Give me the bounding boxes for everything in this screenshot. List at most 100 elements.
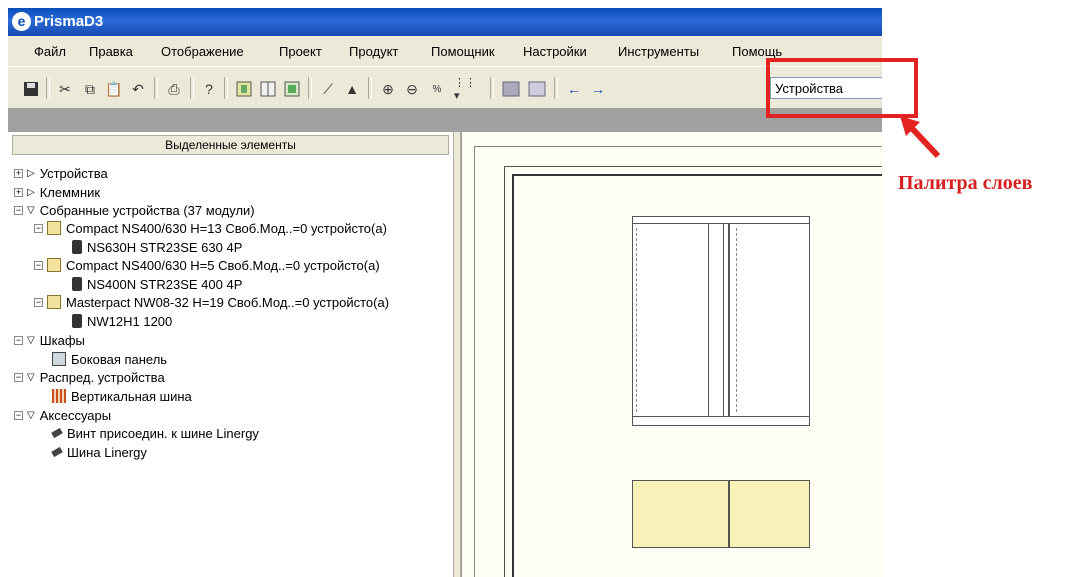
menu-file[interactable]: Файл (34, 44, 66, 59)
layer-tool-2-icon[interactable] (526, 79, 548, 99)
tree-label: NS400N STR23SE 400 4P (87, 276, 243, 292)
tree-label: Собранные устройства (37 модули) (39, 202, 255, 218)
tree-item-side-panel[interactable]: Боковая панель (52, 350, 167, 368)
cabinet-bottom-rail (632, 416, 810, 426)
menu-assistant[interactable]: Помощник (431, 44, 495, 59)
tree-label: Шина Linergy (67, 444, 147, 460)
zoom-in-icon[interactable]: ⊕ (378, 79, 398, 99)
menu-tools[interactable]: Инструменты (618, 44, 699, 59)
panel-splitter[interactable] (453, 132, 461, 577)
minus-icon[interactable]: − (14, 410, 23, 420)
paste-icon[interactable]: 📋 (104, 79, 124, 99)
menu-settings[interactable]: Настройки (523, 44, 587, 59)
arrow-right-icon[interactable]: → (588, 79, 608, 99)
toolbar-separator (190, 77, 194, 99)
plus-icon[interactable]: + (14, 168, 23, 178)
toolbar-separator (224, 77, 228, 99)
plus-icon[interactable]: + (14, 187, 23, 197)
select-icon[interactable]: ▲ (342, 79, 362, 99)
print-icon[interactable]: ⎙ (164, 79, 184, 99)
menu-help[interactable]: Помощь (732, 44, 782, 59)
tree-item-devices[interactable]: + ▷ Устройства (14, 164, 108, 182)
drawing-canvas[interactable] (461, 132, 882, 577)
tree-label: Боковая панель (71, 351, 168, 367)
menu-edit[interactable]: Правка (89, 44, 133, 59)
tree-label: NS630H STR23SE 630 4P (87, 239, 243, 255)
tree-label: Распред. устройства (39, 369, 165, 385)
arrow-left-icon[interactable]: ← (564, 79, 584, 99)
tree-item-screw[interactable]: Винт присоедин. к шине Linergy (51, 424, 259, 442)
zoom-out-icon[interactable]: ⊖ (402, 79, 422, 99)
tree-label: NW12H1 1200 (87, 313, 173, 329)
tree-item-nw12h1[interactable]: NW12H1 1200 (72, 312, 172, 330)
toolbar-separator (490, 77, 494, 99)
front-view-icon[interactable] (234, 79, 254, 99)
tree-item-terminal[interactable]: + ▷ Клеммник (14, 183, 100, 201)
minus-icon[interactable]: − (34, 297, 43, 307)
side-view-icon[interactable] (258, 79, 278, 99)
toolbar: ✂ ⧉ 📋 ↶ ⎙ ? ⟋ ▲ ⊕ ⊖ % ⋮⋮ ▾ ← → (8, 66, 882, 109)
cabinet-divider (728, 224, 730, 416)
triangle-right-icon: ▷ (27, 186, 35, 198)
copy-icon[interactable]: ⧉ (80, 79, 100, 99)
minus-icon[interactable]: − (14, 372, 23, 382)
annotation-label: Палитра слоев (898, 172, 1033, 194)
toolbar-separator (554, 77, 558, 99)
tree-item-accessories[interactable]: − ▽ Аксессуары (14, 406, 111, 424)
tree-item-assembled[interactable]: − ▽ Собранные устройства (37 модули) (14, 201, 255, 219)
triangle-down-icon: ▽ (27, 371, 35, 383)
tree-label: Вертикальная шина (71, 388, 192, 404)
menu-product[interactable]: Продукт (349, 44, 398, 59)
tree-item-cabinets[interactable]: − ▽ Шкафы (14, 331, 85, 349)
triangle-down-icon: ▽ (27, 204, 35, 216)
minus-icon[interactable]: − (34, 260, 43, 270)
module-icon (47, 221, 61, 235)
breaker-icon (72, 240, 82, 254)
cabinet-top-rail (632, 216, 810, 224)
wand-icon[interactable]: ⟋ (318, 79, 338, 99)
layer-tool-icon[interactable] (500, 79, 522, 99)
cabinet-top-view-right[interactable] (729, 480, 810, 548)
zoom-100-icon[interactable]: % (426, 79, 448, 99)
undo-icon[interactable]: ↶ (128, 79, 148, 99)
menu-bar: Файл Правка Отображение Проект Продукт П… (8, 36, 882, 66)
app-logo-icon: e (12, 12, 31, 31)
screw-icon (51, 427, 63, 439)
selected-elements-panel: Выделенные элементы + ▷ Устройства + ▷ Клемм… (8, 132, 453, 577)
tree-item-compact-2[interactable]: − Compact NS400/630 H=5 Своб.Мод..=0 устр… (34, 256, 380, 274)
triangle-right-icon: ▷ (27, 167, 35, 179)
panel-header: Выделенные элементы (12, 135, 449, 155)
menu-project[interactable]: Проект (279, 44, 322, 59)
cabinet-top-view-left[interactable] (632, 480, 729, 548)
minus-icon[interactable]: − (34, 223, 43, 233)
tree-item-compact-1[interactable]: − Compact NS400/630 H=13 Своб.Мод..=0 уст… (34, 219, 387, 237)
app-window: e PrismaD3 Файл Правка Отображение Проек… (8, 8, 882, 577)
tree-label: Compact NS400/630 H=5 Своб.Мод..=0 устро… (66, 257, 380, 273)
module-icon (47, 258, 61, 272)
tree-label: Compact NS400/630 H=13 Своб.Мод..=0 устр… (66, 220, 387, 236)
toolbar-separator (46, 77, 50, 99)
grid-dropdown-icon[interactable]: ⋮⋮ ▾ (454, 77, 484, 102)
tree-item-ns630h[interactable]: NS630H STR23SE 630 4P (72, 238, 242, 256)
tree-label: Клеммник (39, 184, 101, 200)
minus-icon[interactable]: − (14, 335, 23, 345)
title-bar: e PrismaD3 (8, 8, 882, 36)
menu-view[interactable]: Отображение (161, 44, 244, 59)
bar-icon (51, 446, 63, 458)
tree-item-distribution[interactable]: − ▽ Распред. устройства (14, 368, 165, 386)
minus-icon[interactable]: − (14, 205, 23, 215)
save-icon[interactable] (22, 79, 40, 99)
tree-item-masterpact[interactable]: − Masterpact NW08-32 H=19 Своб.Мод..=0 ус… (34, 293, 389, 311)
tree-item-linergy-bus[interactable]: Шина Linergy (51, 443, 147, 461)
cut-icon[interactable]: ✂ (56, 79, 74, 99)
tree-item-vertical-bus[interactable]: Вертикальная шина (52, 387, 192, 405)
tree-label: Шкафы (39, 332, 85, 348)
side-panel-icon (52, 352, 66, 366)
help-icon[interactable]: ? (200, 79, 218, 99)
triangle-down-icon: ▽ (27, 334, 35, 346)
cabinet-rail-right (736, 228, 738, 412)
tree-item-ns400n[interactable]: NS400N STR23SE 400 4P (72, 275, 242, 293)
vertical-busbar (708, 224, 724, 416)
top-view-icon[interactable] (282, 79, 302, 99)
toolbar-separator (308, 77, 312, 99)
